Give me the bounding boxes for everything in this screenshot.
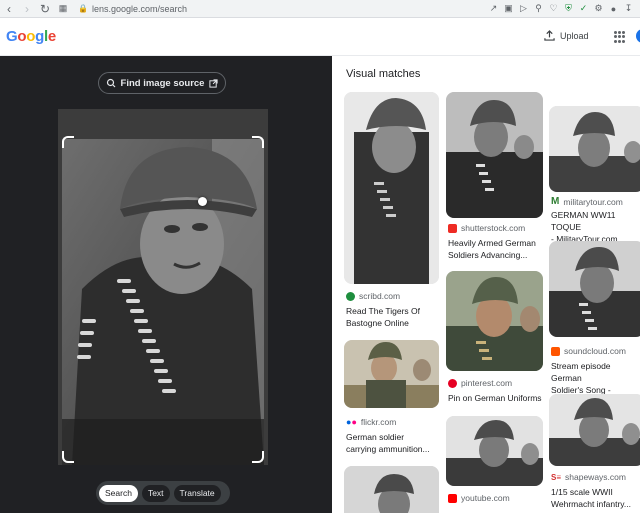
search-icon[interactable]: ⚲ xyxy=(533,3,544,14)
bookmark-heart-icon[interactable]: ♡ xyxy=(548,3,559,14)
forward-icon[interactable]: › xyxy=(18,0,36,18)
result-thumbnail[interactable] xyxy=(344,466,439,513)
mode-search-button[interactable]: Search xyxy=(99,484,138,502)
result-thumbnail[interactable] xyxy=(344,340,439,408)
result-thumbnail[interactable] xyxy=(549,241,640,337)
result-source[interactable]: youtube.com xyxy=(448,493,510,503)
result-caption[interactable]: Pin on German Uniforms xyxy=(448,392,546,404)
flickr-favicon-icon: ●● xyxy=(346,417,357,427)
crop-handle-bottom-left[interactable] xyxy=(62,451,74,463)
results-pane: Visual matches scribd.com Read The Tiger… xyxy=(332,56,640,513)
check-extension-icon[interactable]: ✓ xyxy=(578,3,589,14)
upload-icon xyxy=(544,30,555,41)
url-text: lens.google.com/search xyxy=(91,3,188,14)
crop-handle-top-right[interactable] xyxy=(252,136,264,148)
scribd-favicon-icon xyxy=(346,291,355,301)
upload-button[interactable]: Upload xyxy=(544,30,589,41)
result-caption[interactable]: GERMAN WW11 TOQUE - MilitaryTour.com xyxy=(551,209,640,245)
result-source[interactable]: scribd.com xyxy=(346,291,400,301)
upload-label: Upload xyxy=(560,30,589,41)
send-icon[interactable]: ▷ xyxy=(518,3,529,14)
back-icon[interactable]: ‹ xyxy=(0,0,18,18)
mode-translate-button[interactable]: Translate xyxy=(173,484,221,502)
result-caption[interactable]: German soldier carrying ammunition... xyxy=(346,431,441,455)
result-caption[interactable]: Heavily Armed German Soldiers Advancing..… xyxy=(448,237,546,261)
download-icon[interactable]: ↧ xyxy=(623,3,634,14)
lens-header: Google Upload xyxy=(0,18,640,56)
address-bar[interactable]: 🔒 lens.google.com/search xyxy=(78,1,488,17)
shield-extension-icon[interactable]: ⛨ xyxy=(563,3,574,14)
result-thumbnail[interactable] xyxy=(446,271,543,371)
result-source[interactable]: ●● flickr.com xyxy=(346,417,396,427)
reload-icon[interactable]: ↻ xyxy=(36,0,54,18)
crop-handle-bottom-right[interactable] xyxy=(252,451,264,463)
result-source[interactable]: M militarytour.com xyxy=(551,196,623,207)
pinterest-favicon-icon xyxy=(448,378,457,388)
shutterstock-favicon-icon xyxy=(448,223,457,233)
account-avatar[interactable] xyxy=(636,29,640,43)
mode-text-button[interactable]: Text xyxy=(141,484,170,502)
result-caption[interactable]: Read The Tigers Of Bastogne Online xyxy=(346,305,438,329)
open-in-new-icon xyxy=(209,78,219,88)
visual-matches-heading: Visual matches xyxy=(346,68,421,80)
result-thumbnail[interactable] xyxy=(446,416,543,486)
result-caption[interactable]: 1/15 scale WWII Wehrmacht infantry... xyxy=(551,486,640,510)
result-source[interactable]: soundcloud.com xyxy=(551,346,626,356)
shapeways-favicon-icon: S≡ xyxy=(551,472,562,482)
mode-selector: Search Text Translate xyxy=(96,481,230,505)
browser-toolbar: ‹ › ↻ ▦ 🔒 lens.google.com/search ↗ ▣ ▷ ⚲… xyxy=(0,0,640,18)
object-focus-dot[interactable] xyxy=(198,197,207,206)
find-image-source-button[interactable]: Find image source xyxy=(98,72,226,94)
find-image-source-label: Find image source xyxy=(120,77,205,89)
result-thumbnail[interactable] xyxy=(549,106,640,192)
result-thumbnail[interactable] xyxy=(549,394,640,466)
result-source[interactable]: shutterstock.com xyxy=(448,223,525,233)
lens-search-icon xyxy=(106,78,115,88)
google-logo[interactable]: Google xyxy=(6,28,56,45)
image-preview-pane: Find image source Search Text Translate xyxy=(0,56,332,513)
camera-icon[interactable]: ▣ xyxy=(503,3,514,14)
puzzle-icon[interactable]: ⚙ xyxy=(593,3,604,14)
soundcloud-favicon-icon xyxy=(551,346,560,356)
result-source[interactable]: pinterest.com xyxy=(448,378,512,388)
profile-icon[interactable]: ● xyxy=(608,3,619,14)
youtube-favicon-icon xyxy=(448,493,457,503)
apps-grid-icon[interactable] xyxy=(614,31,626,43)
uploaded-image-frame xyxy=(58,109,268,465)
result-thumbnail[interactable] xyxy=(446,92,543,218)
result-source[interactable]: S≡ shapeways.com xyxy=(551,472,626,482)
uploaded-image[interactable] xyxy=(62,139,264,465)
tabs-grid-icon[interactable]: ▦ xyxy=(54,0,72,18)
result-thumbnail[interactable] xyxy=(344,92,439,284)
militarytour-favicon-icon: M xyxy=(551,196,560,207)
crop-handle-top-left[interactable] xyxy=(62,136,74,148)
lock-icon: 🔒 xyxy=(78,4,88,13)
share-icon[interactable]: ↗ xyxy=(488,3,499,14)
